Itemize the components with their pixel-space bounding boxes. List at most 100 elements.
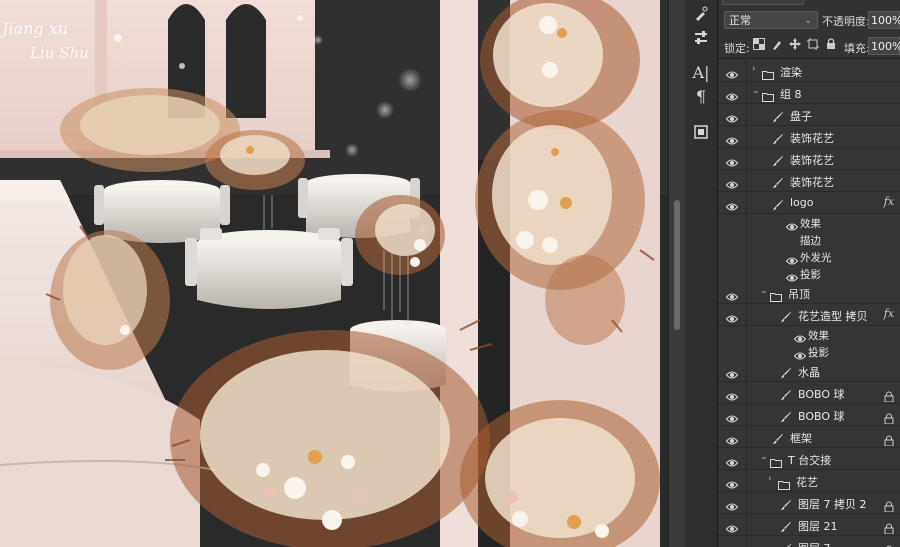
row-divider (746, 170, 747, 191)
layer-name: 组 8 (780, 88, 802, 101)
layer-row[interactable]: 图层 7 (718, 536, 900, 547)
layer-effect-row[interactable]: 效果 (718, 326, 900, 343)
layer-lock-icon (884, 409, 894, 425)
artboard-icon[interactable] (691, 122, 711, 142)
layer-row[interactable]: BOBO 球 (718, 404, 900, 426)
canvas-vertical-scrollbar[interactable] (668, 0, 685, 547)
visibility-eye-icon[interactable] (725, 497, 739, 511)
layer-row[interactable]: 图层 21 (718, 514, 900, 536)
layer-row[interactable]: 水晶 (718, 360, 900, 382)
layer-name: logo (790, 196, 814, 209)
layer-name: BOBO 球 (798, 410, 845, 423)
effects-eye-icon[interactable] (793, 329, 807, 343)
brush-layer-icon (772, 196, 784, 210)
blend-mode-value: 正常 (729, 14, 751, 27)
effect-eye-icon[interactable] (785, 268, 799, 282)
layer-lock-icon (884, 541, 894, 547)
fill-input[interactable]: 100% (868, 37, 900, 55)
brush-layer-icon (772, 174, 784, 188)
folder-icon (770, 287, 782, 302)
layer-effect-row[interactable]: 描边 (718, 231, 900, 248)
layer-row[interactable]: 盘子 (718, 104, 900, 126)
row-divider (746, 382, 747, 403)
layer-row[interactable]: 花艺造型 拷贝 fx (718, 304, 900, 326)
layer-name: 投影 (800, 269, 821, 281)
layer-row[interactable]: 框架 (718, 426, 900, 448)
layer-effect-row[interactable]: 效果 (718, 214, 900, 231)
lock-position-icon[interactable] (788, 38, 802, 52)
layer-name: 装饰花艺 (790, 132, 834, 145)
visibility-eye-icon[interactable] (725, 65, 739, 79)
visibility-eye-icon[interactable] (725, 409, 739, 423)
visibility-eye-icon[interactable] (725, 197, 739, 211)
layer-effect-row[interactable]: 外发光 (718, 248, 900, 265)
chevron-down-icon[interactable]: ⌄ (760, 286, 768, 296)
visibility-eye-icon[interactable] (725, 175, 739, 189)
visibility-eye-icon[interactable] (725, 475, 739, 489)
paragraph-icon[interactable]: ¶ (691, 86, 711, 106)
layer-name: 装饰花艺 (790, 176, 834, 189)
layer-effects-badge[interactable]: fx (884, 307, 894, 320)
visibility-eye-icon[interactable] (725, 153, 739, 167)
lock-all-icon[interactable] (824, 38, 838, 52)
row-divider (746, 60, 747, 81)
layer-lock-icon (884, 431, 894, 447)
history-brush-icon[interactable] (691, 4, 711, 24)
layer-group-row[interactable]: ⌄ T 台交接 (718, 448, 900, 470)
layer-name: 水晶 (798, 366, 820, 379)
visibility-eye-icon[interactable] (725, 87, 739, 101)
layer-name: 投影 (808, 347, 829, 359)
opacity-input[interactable]: 100% (868, 11, 900, 29)
layer-row[interactable]: 装饰花艺 (718, 148, 900, 170)
layer-name: 图层 21 (798, 520, 838, 533)
effect-eye-icon[interactable] (785, 251, 799, 265)
scrollbar-thumb[interactable] (674, 200, 680, 330)
visibility-eye-icon[interactable] (725, 287, 739, 301)
layer-row[interactable]: 图层 7 拷贝 2 (718, 492, 900, 514)
effect-eye-icon[interactable] (793, 346, 807, 360)
blend-mode-select[interactable]: 正常 ⌄ (724, 11, 818, 29)
visibility-eye-icon[interactable] (725, 309, 739, 323)
brush-layer-icon (780, 496, 792, 510)
layer-name: 花艺造型 拷贝 (798, 310, 868, 323)
layer-name: 外发光 (800, 252, 832, 264)
layer-name: 框架 (790, 432, 812, 445)
visibility-eye-icon[interactable] (725, 519, 739, 533)
visibility-eye-icon[interactable] (725, 131, 739, 145)
layer-group-row[interactable]: ⌄ 组 8 (718, 82, 900, 104)
layer-effect-row[interactable]: 投影 (718, 343, 900, 360)
visibility-eye-icon[interactable] (725, 453, 739, 467)
lock-artboard-icon[interactable] (806, 38, 820, 52)
layer-effect-row[interactable]: 投影 (718, 265, 900, 282)
lock-image-pixels-icon[interactable] (770, 38, 784, 52)
chevron-down-icon[interactable]: ⌄ (760, 452, 768, 462)
chevron-down-icon[interactable]: ⌄ (752, 86, 760, 96)
layers-panel: 正常 ⌄ 不透明度: 100% 锁定: 填充: 100% › 渲染 ⌄ 组 8 盘子装饰… (718, 0, 900, 547)
layers-panel-header: 正常 ⌄ 不透明度: 100% 锁定: 填充: 100% (718, 0, 900, 59)
layer-name: 图层 7 拷贝 2 (798, 498, 867, 511)
layer-row[interactable]: BOBO 球 (718, 382, 900, 404)
visibility-eye-icon[interactable] (725, 109, 739, 123)
layer-name: 装饰花艺 (790, 154, 834, 167)
effects-eye-icon[interactable] (785, 217, 799, 231)
lock-transparent-pixels-icon[interactable] (752, 38, 766, 52)
layer-row[interactable]: 装饰花艺 (718, 170, 900, 192)
adjust-icon[interactable] (691, 28, 711, 48)
layers-list[interactable]: › 渲染 ⌄ 组 8 盘子 装饰花艺 装饰花艺 装饰花艺 logo fx 效果 描边 外发光 投影 ⌄ 吊顶花… (718, 60, 900, 547)
layer-group-row[interactable]: › 花艺 (718, 470, 900, 492)
row-divider (746, 404, 747, 425)
character-icon[interactable]: A| (691, 62, 711, 82)
layer-filter-strip (722, 0, 804, 5)
layer-row[interactable]: 装饰花艺 (718, 126, 900, 148)
layer-effects-badge[interactable]: fx (884, 195, 894, 208)
layer-row[interactable]: logo fx (718, 192, 900, 214)
visibility-eye-icon[interactable] (725, 431, 739, 445)
layer-group-row[interactable]: ⌄ 吊顶 (718, 282, 900, 304)
visibility-eye-icon[interactable] (725, 365, 739, 379)
layer-group-row[interactable]: › 渲染 (718, 60, 900, 82)
chevron-right-icon[interactable]: › (752, 64, 756, 74)
visibility-eye-icon[interactable] (725, 387, 739, 401)
visibility-eye-icon[interactable] (726, 541, 738, 547)
chevron-right-icon[interactable]: › (768, 474, 772, 484)
document-canvas[interactable]: Jiang xu Liu Shu (0, 0, 668, 547)
